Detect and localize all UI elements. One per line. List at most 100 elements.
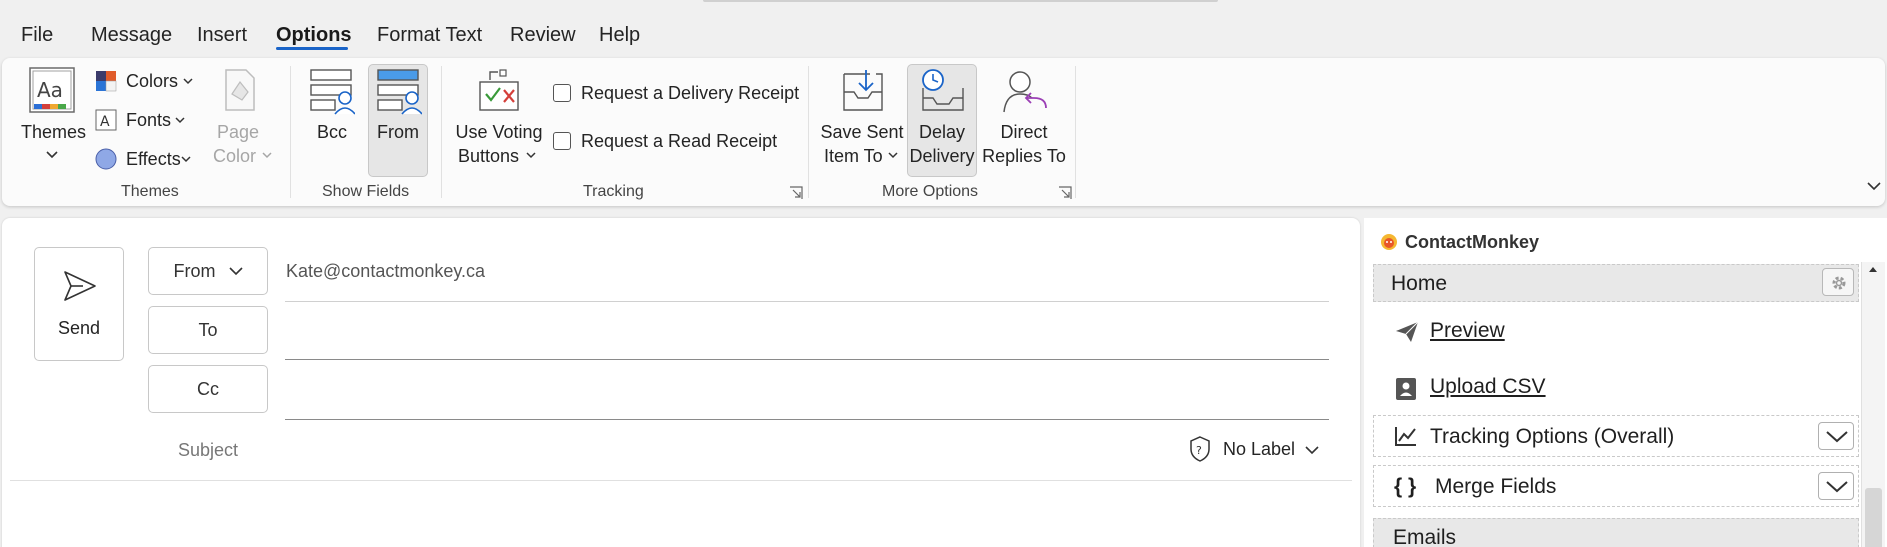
from-field-label: From: [377, 122, 419, 142]
cc-button-label: Cc: [197, 379, 219, 399]
menu-help[interactable]: Help: [599, 24, 640, 47]
scroll-up-arrow-icon[interactable]: [1868, 265, 1878, 273]
colors-icon: [96, 71, 117, 92]
chevron-down-icon: [262, 152, 272, 159]
voting-label-line1: Use Voting: [455, 122, 543, 142]
svg-text:Aa: Aa: [37, 78, 63, 102]
group-divider: [808, 66, 809, 198]
themes-button[interactable]: Aa Themes: [18, 64, 86, 182]
preview-link[interactable]: Preview: [1430, 319, 1505, 343]
delay-label-line2: Delivery: [909, 146, 975, 166]
merge-fields-expand-button[interactable]: [1818, 472, 1854, 500]
gear-icon: [1832, 276, 1846, 290]
menu-review[interactable]: Review: [510, 24, 576, 47]
message-body[interactable]: [10, 482, 1352, 546]
merge-fields-row[interactable]: { } Merge Fields: [1373, 465, 1859, 507]
from-field-underline: [285, 301, 1329, 302]
send-button[interactable]: Send: [34, 247, 124, 361]
upload-csv-link[interactable]: Upload CSV: [1430, 375, 1546, 399]
chevron-down-icon: [228, 267, 243, 276]
chevron-down-icon: [526, 152, 536, 159]
themes-group-label: Themes: [121, 183, 179, 200]
scrollbar-thumb[interactable]: [1865, 488, 1882, 547]
effects-label: Effects: [126, 149, 181, 169]
menu-insert[interactable]: Insert: [197, 24, 247, 47]
subject-input[interactable]: [285, 432, 1185, 472]
fonts-button[interactable]: A Fonts: [95, 109, 195, 135]
dialog-launcher-icon[interactable]: [1058, 186, 1072, 200]
from-button-label: From: [173, 261, 216, 281]
to-input[interactable]: [285, 310, 1329, 356]
contact-card-icon: [1396, 378, 1416, 400]
fonts-icon: A: [95, 109, 117, 131]
delivery-receipt-label[interactable]: Request a Delivery Receipt: [581, 81, 799, 105]
send-label: Send: [57, 318, 101, 338]
delivery-receipt-checkbox[interactable]: [553, 84, 571, 102]
chevron-down-icon: [183, 78, 193, 85]
save-sent-icon: [843, 70, 883, 111]
tracking-options-expand-button[interactable]: [1818, 422, 1854, 450]
chevron-down-icon: [46, 151, 58, 159]
page-color-icon: [225, 69, 255, 111]
addin-title: ContactMonkey: [1405, 232, 1540, 252]
themes-icon: Aa: [29, 67, 75, 113]
bcc-label: Bcc: [316, 122, 347, 142]
page-color-button[interactable]: Page Color: [208, 66, 272, 178]
title-bar-grip: [703, 0, 1218, 2]
chevron-down-icon: [181, 156, 191, 163]
menu-format-text[interactable]: Format Text: [377, 24, 482, 47]
delay-delivery-button[interactable]: Delay Delivery: [907, 64, 977, 177]
delay-label-line1: Delay: [918, 122, 966, 142]
menu-message[interactable]: Message: [91, 24, 172, 47]
group-divider: [290, 66, 291, 198]
tracking-group-label: Tracking: [583, 183, 644, 200]
menu-file[interactable]: File: [21, 24, 53, 47]
voting-label-line2: Buttons: [458, 146, 520, 166]
save-sent-item-button[interactable]: Save Sent Item To: [820, 66, 904, 178]
read-receipt-checkbox[interactable]: [553, 132, 571, 150]
chart-line-icon: [1395, 427, 1416, 446]
chevron-down-icon: [175, 117, 185, 124]
to-field-underline: [285, 359, 1329, 360]
home-label: Home: [1391, 272, 1448, 295]
to-button-label: To: [198, 320, 218, 340]
direct-label-line1: Direct: [1000, 122, 1048, 142]
group-divider: [1075, 66, 1076, 198]
read-receipt-label[interactable]: Request a Read Receipt: [581, 129, 777, 153]
bcc-icon: [310, 69, 355, 115]
chevron-down-icon: [1826, 431, 1848, 443]
colors-button[interactable]: Colors: [95, 70, 195, 96]
direct-replies-button[interactable]: Direct Replies To: [982, 66, 1066, 178]
sensitivity-label-text: No Label: [1223, 439, 1296, 459]
more-options-group-label: More Options: [882, 183, 979, 200]
page-color-label-line2: Color: [213, 146, 257, 166]
ribbon-collapse-chevron-icon[interactable]: [1866, 180, 1882, 192]
tracking-options-label: Tracking Options (Overall): [1430, 425, 1675, 448]
contactmonkey-logo-icon: [1381, 234, 1397, 250]
from-field-button[interactable]: From: [368, 64, 428, 177]
effects-button[interactable]: Effects: [95, 148, 199, 174]
bcc-button[interactable]: Bcc: [303, 66, 361, 178]
svg-text:?: ?: [1196, 444, 1202, 457]
cc-button[interactable]: Cc: [148, 365, 268, 413]
voting-buttons-button[interactable]: Use Voting Buttons: [452, 66, 546, 178]
from-button[interactable]: From: [148, 247, 268, 295]
menu-options[interactable]: Options: [276, 24, 352, 47]
tracking-options-row[interactable]: Tracking Options (Overall): [1373, 415, 1859, 457]
themes-label: Themes: [21, 122, 87, 142]
home-row[interactable]: Home: [1373, 264, 1859, 302]
sensitivity-label-button[interactable]: ? No Label: [1189, 436, 1319, 464]
cc-input[interactable]: [285, 368, 1329, 414]
to-button[interactable]: To: [148, 306, 268, 354]
direct-replies-icon: [1003, 71, 1047, 113]
fonts-label: Fonts: [126, 110, 172, 130]
emails-row[interactable]: Emails: [1373, 518, 1859, 547]
delay-delivery-icon: [922, 69, 964, 111]
settings-button[interactable]: [1822, 268, 1854, 296]
chevron-down-icon: [888, 152, 898, 159]
dialog-launcher-icon[interactable]: [789, 186, 803, 200]
from-address[interactable]: Kate@contactmonkey.ca: [286, 261, 485, 282]
from-field-icon: [377, 69, 422, 115]
chevron-down-icon: [1826, 481, 1848, 493]
addin-scrollbar[interactable]: [1861, 262, 1885, 547]
